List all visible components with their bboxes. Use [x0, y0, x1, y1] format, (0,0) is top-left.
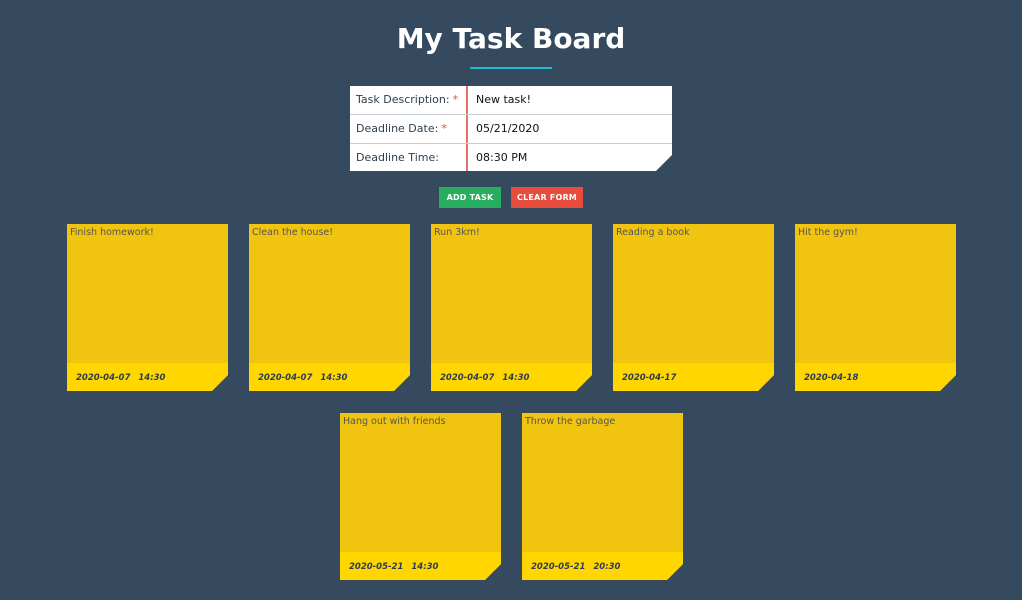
task-board-page: My Task Board Task Description: * Deadli… — [0, 0, 1022, 600]
task-time: 20:30 — [593, 562, 621, 572]
task-date: 2020-04-17 — [622, 373, 677, 383]
task-deadline: 2020-05-21 20:30 — [531, 562, 620, 572]
page-title: My Task Board — [396, 22, 626, 55]
task-footer: 2020-04-07 14:30 — [67, 363, 228, 391]
task-note[interactable]: Reading a book 2020-04-17 — [613, 224, 774, 391]
time-row: Deadline Time: — [350, 144, 672, 172]
task-deadline: 2020-04-07 14:30 — [440, 373, 529, 383]
task-note[interactable]: Throw the garbage 2020-05-21 20:30 — [522, 413, 683, 580]
task-deadline: 2020-05-21 14:30 — [349, 562, 438, 572]
task-note[interactable]: Clean the house! 2020-04-07 14:30 — [249, 224, 410, 391]
task-form: Task Description: * Deadline Date: * Dea… — [350, 86, 672, 171]
task-date: 2020-04-07 — [440, 373, 495, 383]
task-deadline: 2020-04-07 14:30 — [258, 373, 347, 383]
date-label-text: Deadline Date: — [356, 122, 439, 135]
task-note[interactable]: Finish homework! 2020-04-07 14:30 — [67, 224, 228, 391]
task-footer: 2020-04-17 — [613, 363, 774, 391]
date-label: Deadline Date: * — [350, 115, 468, 143]
description-label: Task Description: * — [350, 86, 468, 114]
task-text: Hit the gym! — [798, 227, 858, 238]
clear-form-button[interactable]: CLEAR FORM — [511, 187, 583, 208]
description-input[interactable] — [468, 86, 672, 114]
task-time: 14:30 — [502, 373, 530, 383]
task-date: 2020-05-21 — [531, 562, 586, 572]
task-date: 2020-04-07 — [76, 373, 131, 383]
task-text: Clean the house! — [252, 227, 334, 238]
task-time: 14:30 — [320, 373, 348, 383]
date-input[interactable] — [468, 115, 672, 143]
add-task-button[interactable]: ADD TASK — [439, 187, 501, 208]
task-footer: 2020-05-21 20:30 — [522, 552, 683, 580]
task-footer: 2020-05-21 14:30 — [340, 552, 501, 580]
task-time: 14:30 — [411, 562, 439, 572]
task-text: Throw the garbage — [525, 416, 616, 427]
description-row: Task Description: * — [350, 86, 672, 115]
task-date: 2020-05-21 — [349, 562, 404, 572]
required-marker: * — [441, 122, 447, 135]
description-label-text: Task Description: — [356, 93, 450, 106]
task-time: 14:30 — [138, 373, 166, 383]
task-text: Hang out with friends — [343, 416, 446, 427]
task-deadline: 2020-04-17 — [622, 373, 684, 383]
task-note[interactable]: Run 3km! 2020-04-07 14:30 — [431, 224, 592, 391]
task-date: 2020-04-18 — [804, 373, 859, 383]
task-text: Run 3km! — [434, 227, 480, 238]
task-text: Finish homework! — [70, 227, 154, 238]
required-marker: * — [452, 93, 459, 106]
task-deadline: 2020-04-07 14:30 — [76, 373, 165, 383]
task-footer: 2020-04-18 — [795, 363, 956, 391]
date-row: Deadline Date: * — [350, 115, 672, 144]
task-footer: 2020-04-07 14:30 — [431, 363, 592, 391]
task-note[interactable]: Hit the gym! 2020-04-18 — [795, 224, 956, 391]
task-note[interactable]: Hang out with friends 2020-05-21 14:30 — [340, 413, 501, 580]
time-label: Deadline Time: — [350, 144, 468, 172]
title-underline — [470, 67, 552, 69]
task-footer: 2020-04-07 14:30 — [249, 363, 410, 391]
time-label-text: Deadline Time: — [356, 151, 439, 164]
task-text: Reading a book — [616, 227, 690, 238]
task-deadline: 2020-04-18 — [804, 373, 866, 383]
time-input[interactable] — [468, 144, 672, 172]
task-date: 2020-04-07 — [258, 373, 313, 383]
